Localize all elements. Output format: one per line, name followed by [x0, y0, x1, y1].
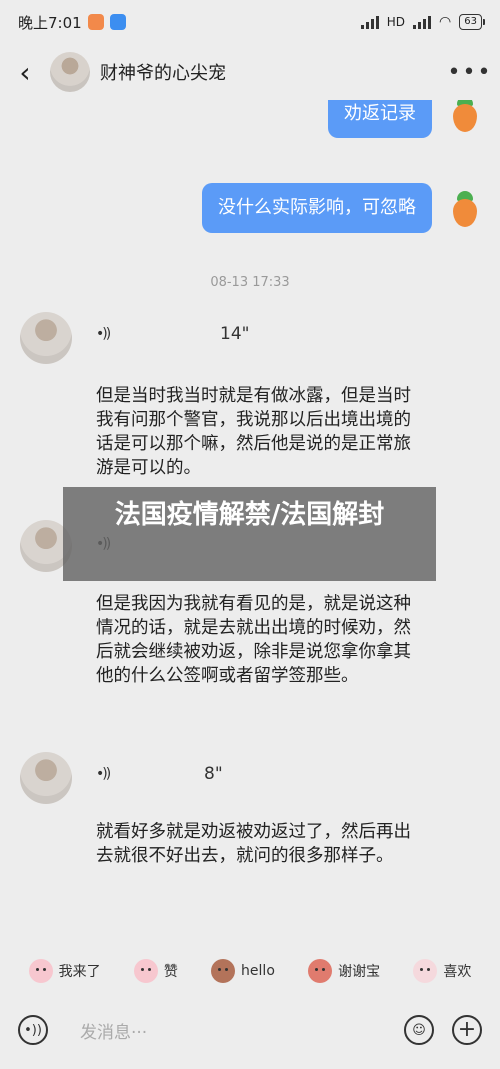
plus-icon[interactable]: +: [452, 1015, 482, 1045]
message-input[interactable]: 发消息···: [80, 1018, 147, 1043]
message-input-bar: •)) 发消息··· ☺ +: [0, 1002, 500, 1058]
chevron-left-icon[interactable]: ‹: [0, 44, 50, 100]
voice-duration: 14": [220, 324, 250, 344]
input-actions: ☺ +: [404, 1015, 482, 1045]
monkey-emoji-icon: [211, 959, 236, 983]
chat-header: ‹ 财神爷的心尖宠 •••: [0, 44, 500, 100]
carrot-avatar-icon[interactable]: [450, 189, 480, 229]
chat-title[interactable]: 财神爷的心尖宠: [100, 59, 226, 85]
quick-reply-label: 谢谢宝: [338, 964, 381, 980]
status-right: HD ◠ 63: [360, 14, 485, 30]
more-options-icon[interactable]: •••: [440, 60, 500, 85]
network-type-label: HD: [386, 15, 406, 29]
wifi-icon: ◠: [439, 14, 452, 30]
quick-reply-item[interactable]: hello: [211, 959, 275, 983]
voice-duration: 8": [204, 764, 223, 784]
voice-transcript: 就看好多就是劝返被劝返过了，然后再出去就很不好出去，就问的很多那样子。: [96, 822, 411, 866]
quick-reply-label: 赞: [163, 964, 178, 980]
monkey-flower-emoji-icon: [308, 959, 333, 983]
status-bar: 晚上7:01 HD ◠ 63: [0, 0, 500, 44]
app-notification-icon: [87, 14, 104, 30]
carrot-avatar-icon[interactable]: [450, 100, 480, 134]
quick-reply-bar: 我来了 赞 hello 谢谢宝 喜欢: [0, 950, 500, 992]
sender-avatar[interactable]: [20, 312, 72, 364]
quick-reply-label: 喜欢: [443, 964, 472, 980]
outgoing-bubble[interactable]: 没什么实际影响，可忽略: [202, 183, 432, 233]
quick-reply-item[interactable]: 我来了: [28, 959, 101, 983]
quick-reply-label: 我来了: [58, 964, 101, 980]
timestamp: 08-13 17:33: [210, 275, 290, 290]
app-notification-icon-2: [109, 14, 126, 30]
voice-message[interactable]: •)) 14": [96, 324, 249, 344]
contact-avatar[interactable]: [50, 52, 90, 92]
battery-icon: 63: [459, 14, 485, 30]
status-left: 晚上7:01: [18, 12, 126, 33]
pig-emoji-icon: [28, 959, 53, 983]
quick-reply-item[interactable]: 谢谢宝: [308, 959, 380, 983]
overlay-title-banner: 法国疫情解禁/法国解封: [63, 487, 436, 581]
quick-reply-item[interactable]: 赞: [133, 959, 178, 983]
status-time: 晚上7:01: [18, 13, 82, 32]
voice-message[interactable]: •)) 8": [96, 764, 223, 784]
signal-icon-2: [413, 15, 432, 29]
quick-reply-item[interactable]: 喜欢: [413, 959, 471, 983]
voice-icon[interactable]: •)): [18, 1015, 48, 1045]
voice-wave-icon: •)): [96, 766, 111, 782]
outgoing-bubble[interactable]: 劝返记录: [328, 100, 432, 138]
outgoing-message: 没什么实际影响，可忽略: [202, 183, 480, 233]
emoji-icon[interactable]: ☺: [404, 1015, 434, 1045]
outgoing-message: 劝返记录: [328, 100, 480, 138]
bunny-emoji-icon: [413, 959, 438, 983]
pig-emoji-icon: [133, 959, 158, 983]
voice-transcript: 但是当时我当时就是有做冰露，但是当时我有问那个警官，我说那以后出境出境的话是可以…: [96, 386, 411, 478]
signal-icon: [360, 15, 379, 29]
sender-avatar[interactable]: [20, 752, 72, 804]
voice-transcript: 但是我因为我就有看见的是，就是说这种情况的话，就是去就出出境的时候劝，然后就会继…: [96, 594, 411, 686]
quick-reply-label: hello: [241, 963, 275, 979]
voice-wave-icon: •)): [96, 326, 111, 342]
